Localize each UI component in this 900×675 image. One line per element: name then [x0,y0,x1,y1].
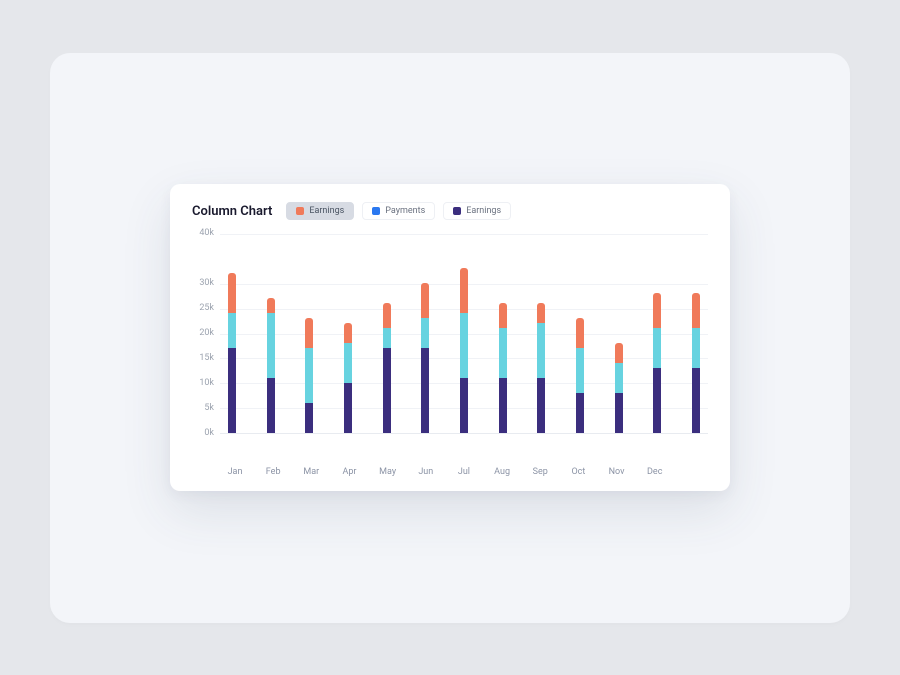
legend-swatch [453,207,461,215]
bar-segment [460,268,468,313]
x-tick: Feb [262,467,284,477]
x-tick: Dec [644,467,666,477]
chart-title: Column Chart [192,204,272,219]
bars-container [220,234,708,433]
bar-segment [537,378,545,433]
bar-segment [499,328,507,378]
legend-item-2[interactable]: Earnings [443,202,511,220]
y-tick: 0k [204,429,214,438]
bar-column[interactable] [653,293,661,433]
bar-segment [421,348,429,433]
bar-column[interactable] [344,323,352,433]
legend-swatch [372,207,380,215]
y-tick: 20k [199,329,214,338]
legend-label: Payments [385,206,425,216]
legend-label: Earnings [309,206,344,216]
bar-segment [653,328,661,368]
chart-card: Column Chart Earnings Payments Earnings 40… [170,184,730,491]
bar-segment [460,378,468,433]
bar-segment [267,298,275,313]
bar-column[interactable] [615,343,623,433]
bar-segment [692,293,700,328]
bar-column[interactable] [692,293,700,433]
x-axis: Jan Feb Mar Apr May Jun Jul Aug Sep Oct Nov Dec [192,467,708,477]
y-axis: 40k30k25k20k15k10k5k0k [192,234,220,434]
y-tick: 5k [204,404,214,413]
x-tick: Nov [606,467,628,477]
bar-segment [344,383,352,433]
x-tick: Aug [491,467,513,477]
bar-segment [421,318,429,348]
bar-segment [576,393,584,433]
bar-segment [305,348,313,403]
bar-segment [305,318,313,348]
y-tick: 40k [199,229,214,238]
bar-segment [692,368,700,433]
bar-column[interactable] [383,303,391,433]
bar-segment [460,313,468,378]
bar-column[interactable] [576,318,584,433]
bar-column[interactable] [537,303,545,433]
bar-segment [537,323,545,378]
y-tick: 10k [199,379,214,388]
bar-segment [692,328,700,368]
bar-segment [615,363,623,393]
bar-segment [653,293,661,328]
bar-segment [267,313,275,378]
x-labels: Jan Feb Mar Apr May Jun Jul Aug Sep Oct Nov Dec [220,467,708,477]
bar-segment [383,303,391,328]
bar-segment [228,273,236,313]
plot-area [220,234,708,434]
x-tick: Mar [300,467,322,477]
bar-segment [499,378,507,433]
x-tick: May [377,467,399,477]
bar-segment [305,403,313,433]
bar-column[interactable] [305,318,313,433]
x-tick: Jun [415,467,437,477]
bar-segment [615,343,623,363]
bar-segment [383,348,391,433]
x-tick: Oct [567,467,589,477]
legend-item-1[interactable]: Payments [362,202,435,220]
y-tick: 15k [199,354,214,363]
bar-column[interactable] [421,283,429,433]
x-tick: Sep [529,467,551,477]
bar-segment [421,283,429,318]
bar-segment [228,348,236,433]
bar-segment [576,318,584,348]
bar-segment [537,303,545,323]
bar-segment [499,303,507,328]
outer-panel: Column Chart Earnings Payments Earnings 40… [50,53,850,623]
bar-segment [267,378,275,433]
legend-label: Earnings [466,206,501,216]
card-header: Column Chart Earnings Payments Earnings [192,202,708,220]
bar-segment [383,328,391,348]
bar-column[interactable] [228,273,236,433]
x-tick: Apr [338,467,360,477]
legend-item-0[interactable]: Earnings [286,202,354,220]
legend-swatch [296,207,304,215]
x-tick [682,467,704,477]
bar-column[interactable] [460,268,468,433]
x-tick: Jul [453,467,475,477]
y-tick: 30k [199,279,214,288]
bar-segment [615,393,623,433]
legend: Earnings Payments Earnings [286,202,511,220]
bar-segment [653,368,661,433]
chart-body: 40k30k25k20k15k10k5k0k [192,234,708,459]
bar-segment [576,348,584,393]
gridline [220,433,708,434]
x-tick: Jan [224,467,246,477]
y-tick: 25k [199,304,214,313]
bar-segment [344,343,352,383]
bar-segment [228,313,236,348]
bar-column[interactable] [499,303,507,433]
bar-segment [344,323,352,343]
bar-column[interactable] [267,298,275,433]
